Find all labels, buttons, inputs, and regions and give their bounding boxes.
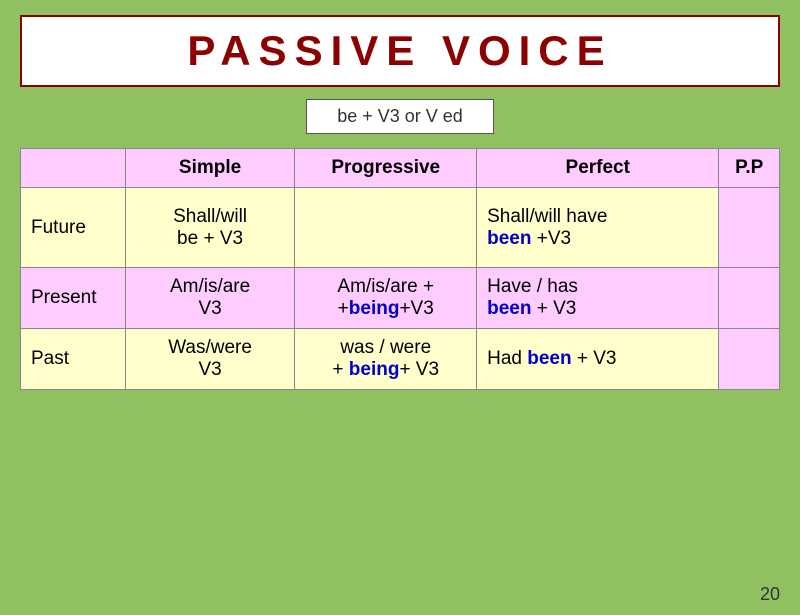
- present-progressive: Am/is/are ++being+V3: [295, 268, 477, 329]
- table-row-future: Future Shall/will be + V3 Shall/will hav…: [21, 188, 780, 268]
- main-container: PASSIVE VOICE be + V3 or V ed Simple Pro…: [20, 15, 780, 390]
- past-perfect: Had been + V3: [477, 329, 719, 390]
- present-being: being: [349, 298, 400, 319]
- table-row-present: Present Am/is/are V3 Am/is/are ++being+V…: [21, 268, 780, 329]
- past-pp: [719, 329, 780, 390]
- present-simple: Am/is/are V3: [125, 268, 295, 329]
- future-pp: [719, 188, 780, 268]
- present-pp: [719, 268, 780, 329]
- table-row-past: Past Was/were V3 was / were + being+ V3 …: [21, 329, 780, 390]
- future-been: been: [487, 228, 531, 249]
- header-progressive: Progressive: [295, 149, 477, 188]
- past-progressive: was / were + being+ V3: [295, 329, 477, 390]
- past-been: been: [527, 348, 571, 369]
- future-simple: Shall/will be + V3: [125, 188, 295, 268]
- header-pp: P.P: [719, 149, 780, 188]
- page-number: 20: [760, 584, 780, 605]
- present-been: been: [487, 298, 531, 319]
- future-label: Future: [21, 188, 126, 268]
- future-progressive: [295, 188, 477, 268]
- formula-text: be + V3 or V ed: [337, 106, 463, 126]
- present-perfect: Have / has been + V3: [477, 268, 719, 329]
- header-simple: Simple: [125, 149, 295, 188]
- header-perfect: Perfect: [477, 149, 719, 188]
- present-label: Present: [21, 268, 126, 329]
- title-box: PASSIVE VOICE: [20, 15, 780, 87]
- past-being: being: [349, 359, 400, 380]
- passive-voice-table: Simple Progressive Perfect P.P Future Sh…: [20, 148, 780, 390]
- past-simple: Was/were V3: [125, 329, 295, 390]
- past-label: Past: [21, 329, 126, 390]
- page-title: PASSIVE VOICE: [187, 27, 612, 74]
- formula-box: be + V3 or V ed: [306, 99, 494, 134]
- future-perfect: Shall/will have been +V3: [477, 188, 719, 268]
- header-empty: [21, 149, 126, 188]
- table-header-row: Simple Progressive Perfect P.P: [21, 149, 780, 188]
